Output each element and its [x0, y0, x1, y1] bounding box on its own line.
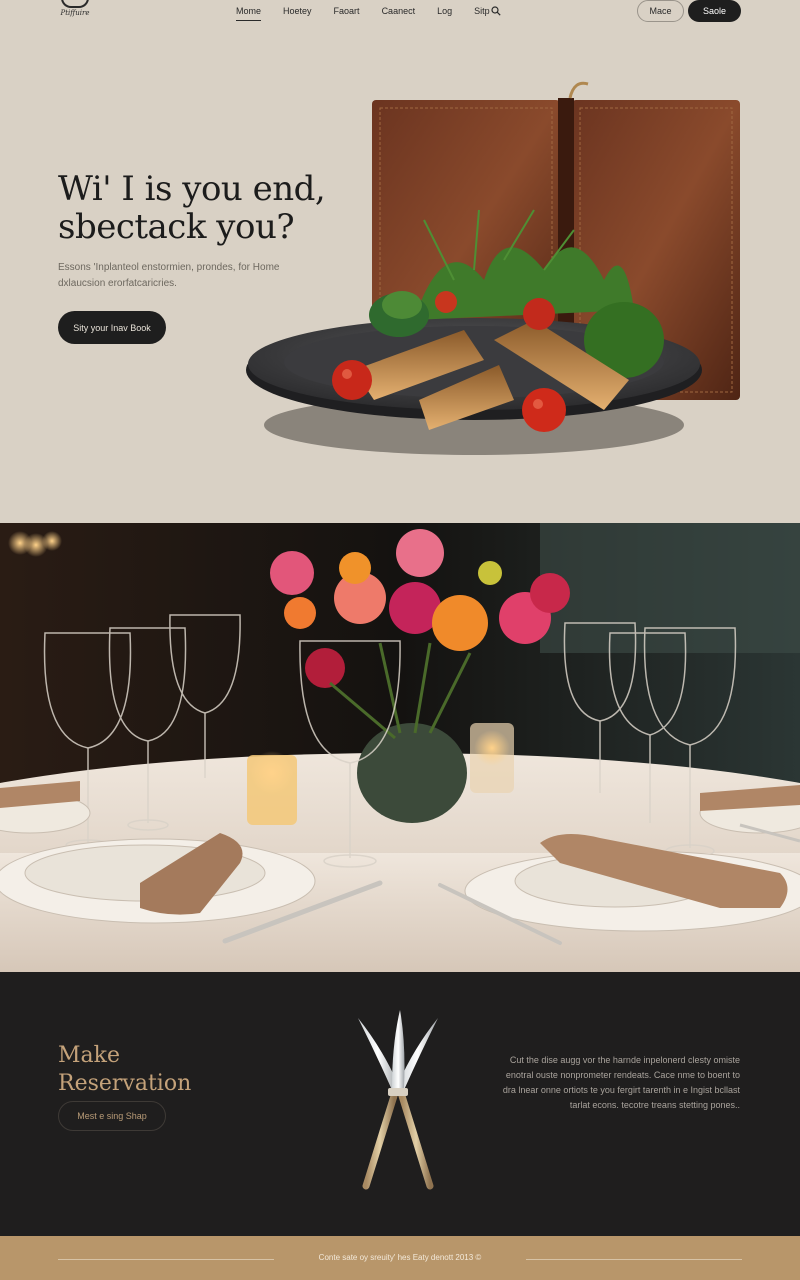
reservation-title: Make Reservation [58, 1043, 192, 1096]
reservation-button[interactable]: Mest e sing Shap [58, 1101, 166, 1131]
footer-divider-right [526, 1259, 742, 1260]
search-icon[interactable] [491, 6, 501, 16]
nav-link-2[interactable]: Hoetey [283, 6, 312, 21]
reservation-section: Make Reservation Mest e sing Shap Cut th… [0, 972, 800, 1236]
reservation-description: Cut the dise augg vor the harnde inpelon… [502, 1055, 740, 1110]
logo-crest-icon [61, 0, 89, 8]
nav-link-home[interactable]: Mome [236, 6, 262, 21]
top-nav: Ptiffuire Mome Hoetey Faoart Caanect Log… [0, 0, 800, 40]
footer-text: Conte sate oy sreuity' hes Eaty denott 2… [318, 1253, 482, 1262]
nav-link-4[interactable]: Caanect [382, 6, 416, 21]
primary-button[interactable]: Saole [688, 0, 741, 22]
menu-and-dish-image [246, 81, 740, 455]
nav-links: Mome Hoetey Faoart Caanect Log Sitp [236, 6, 512, 21]
crossed-knives-image [358, 1010, 438, 1190]
hero-cta-button[interactable]: Sity your Inav Book [58, 311, 166, 344]
hero-section: Wi' I is you end, sbectack you? Essons '… [0, 40, 800, 523]
logo-text: Ptiffuire [60, 9, 90, 17]
footer: Conte sate oy sreuity' hes Eaty denott 2… [0, 1236, 800, 1280]
nav-link-5[interactable]: Log [437, 6, 452, 21]
nav-link-3[interactable]: Faoart [334, 6, 360, 21]
footer-divider-left [58, 1259, 274, 1260]
logo[interactable]: Ptiffuire [56, 0, 94, 28]
outline-button[interactable]: Mace [637, 0, 684, 22]
nav-link-6[interactable]: Sitp [474, 6, 490, 21]
restaurant-table-photo [0, 523, 800, 972]
